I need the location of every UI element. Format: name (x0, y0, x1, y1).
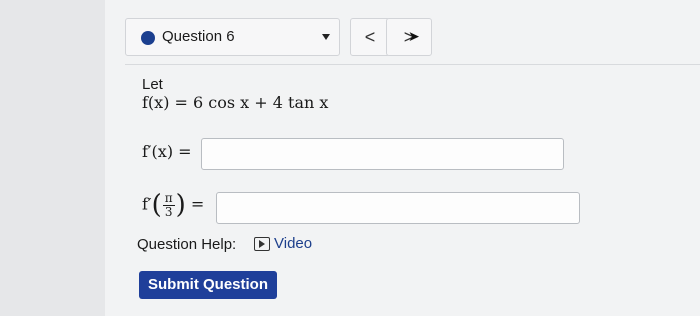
question-label: Question 6 (162, 28, 235, 45)
left-margin (0, 0, 105, 316)
mouse-cursor-icon: ➤ (408, 28, 420, 44)
evaluation-label: f′(π 3) = (142, 190, 205, 220)
video-play-icon (254, 237, 270, 252)
previous-question-button[interactable]: < (350, 18, 390, 56)
evaluation-prefix: f′ (142, 194, 152, 214)
divider (125, 64, 700, 65)
fraction-numerator: π (162, 190, 175, 206)
fraction-denominator: 3 (164, 204, 173, 219)
chevron-left-icon: < (364, 27, 376, 47)
chevron-down-icon (322, 34, 330, 40)
question-selector[interactable]: Question 6 (125, 18, 340, 56)
function-definition: f(x) = 6 cos x + 4 tan x (142, 93, 329, 112)
evaluation-answer-input[interactable] (216, 192, 580, 224)
submit-question-button[interactable]: Submit Question (139, 271, 277, 299)
video-link-label: Video (274, 235, 313, 252)
video-help-link[interactable]: Video (254, 235, 312, 252)
derivative-answer-input[interactable] (201, 138, 564, 170)
problem-intro: Let (142, 76, 163, 93)
status-dot-icon (141, 31, 155, 45)
fraction: π3 (162, 190, 175, 219)
question-help-label: Question Help: (137, 236, 237, 253)
derivative-label: f′(x) = (142, 142, 192, 161)
evaluation-equals: = (190, 194, 205, 214)
page: Question 6 < > ➤ Let f(x) = 6 cos x + 4 … (0, 0, 700, 316)
